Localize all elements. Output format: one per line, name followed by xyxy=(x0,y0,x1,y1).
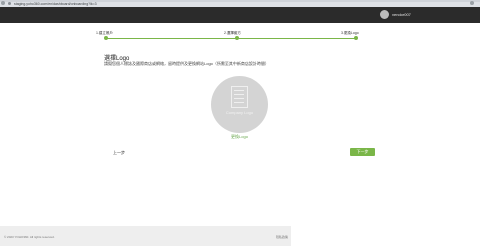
stepper-progress-line xyxy=(106,38,356,39)
page-description: 請擬您個人標誌及國際商店或網絡，留時提供及更換網站Logo（所需至其中新商店設計… xyxy=(104,61,269,66)
change-logo-link[interactable]: 更換Logo xyxy=(211,134,268,140)
back-button[interactable]: 上一步 xyxy=(113,150,125,156)
step-1-dot xyxy=(104,36,108,40)
url-text: staging.yoho360.com/en/dashboard/onboard… xyxy=(14,1,97,6)
footer-link[interactable]: 隱私政策 xyxy=(276,235,288,239)
back-arrow-icon[interactable] xyxy=(1,1,5,5)
logo-placeholder-text: Company Logo xyxy=(225,110,254,115)
lock-icon xyxy=(8,2,11,5)
next-button[interactable]: 下一步 xyxy=(350,148,375,156)
step-3-dot xyxy=(354,36,358,40)
avatar[interactable] xyxy=(380,10,389,19)
copyright-text: © 2023 YOHO360. All rights reserved. xyxy=(4,235,55,239)
username[interactable]: vendor007 xyxy=(392,12,411,17)
building-icon xyxy=(231,86,248,108)
step-2-dot xyxy=(235,36,239,40)
browser-menu-icon[interactable] xyxy=(470,1,474,5)
step-2-label: 2.選擇套方 xyxy=(224,31,241,35)
address-bar[interactable]: staging.yoho360.com/en/dashboard/onboard… xyxy=(8,1,428,6)
onboarding-stepper: 1.建立帳戶 2.選擇套方 3.更換Logo xyxy=(96,31,383,41)
